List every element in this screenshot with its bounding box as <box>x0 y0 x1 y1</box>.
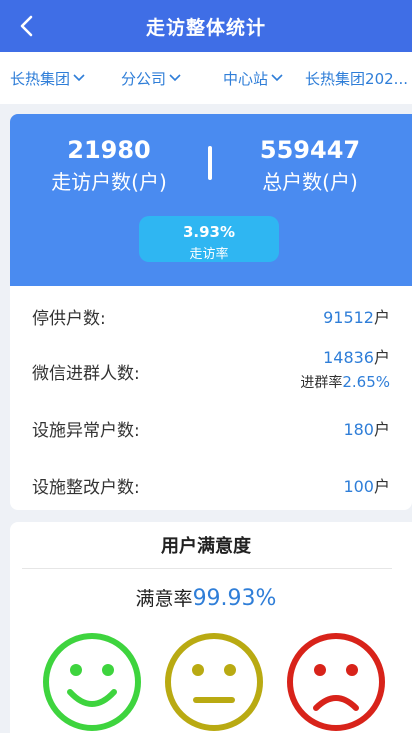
abnormal-label: 设施异常户数: <box>32 421 140 441</box>
neutral-face-icon[interactable] <box>164 632 264 732</box>
filter-period[interactable]: 长热集团202... <box>305 68 408 89</box>
filter-branch[interactable]: 分公司 <box>121 68 181 89</box>
unit-label: 户 <box>373 308 390 327</box>
stat-divider <box>208 146 212 180</box>
filter-station[interactable]: 中心站 <box>223 68 283 89</box>
details-card: 停供户数: 91512户 微信进群人数: 14836户 进群率2.65% 设施异… <box>10 286 412 510</box>
suspended-number: 91512 <box>323 308 374 327</box>
unit-label: 户 <box>373 348 390 367</box>
total-count: 559447 <box>259 136 361 164</box>
abnormal-value: 180户 <box>343 416 390 440</box>
wechat-value: 14836户 <box>323 344 390 368</box>
visit-rate-badge: 3.93% 走访率 <box>139 216 279 262</box>
wechat-label: 微信进群人数: <box>32 364 140 384</box>
rectify-value: 100户 <box>343 473 390 497</box>
visit-summary-card: 21980 走访户数(户) 559447 总户数(户) 3.93% 走访率 <box>10 114 412 286</box>
chevron-down-icon <box>271 74 283 82</box>
back-button[interactable] <box>14 12 40 40</box>
wechat-rate-value: 2.65% <box>342 373 390 391</box>
divider <box>22 568 392 569</box>
happy-face-icon[interactable] <box>42 632 142 732</box>
abnormal-number: 180 <box>343 420 374 439</box>
page-title: 走访整体统计 <box>145 16 266 39</box>
filter-group-label: 长热集团 <box>10 69 71 88</box>
visited-stat: 21980 走访户数(户) <box>24 136 194 195</box>
filter-group[interactable]: 长热集团 <box>10 68 85 89</box>
satisfaction-card: 用户满意度 满意率99.93% <box>10 522 412 733</box>
app-header: 走访整体统计 <box>0 0 412 52</box>
visit-rate-label: 走访率 <box>189 247 229 262</box>
chevron-down-icon <box>73 74 85 82</box>
satisfaction-rate: 满意率99.93% <box>10 584 402 611</box>
back-arrow-icon <box>20 15 33 37</box>
wechat-rate: 进群率2.65% <box>300 372 390 392</box>
visited-label: 走访户数(户) <box>51 170 167 194</box>
satisfaction-rate-label: 满意率 <box>135 588 193 610</box>
filter-bar: 长热集团 分公司 中心站 长热集团202... <box>0 52 412 104</box>
visited-count: 21980 <box>67 136 151 164</box>
filter-branch-label: 分公司 <box>121 69 167 88</box>
total-stat: 559447 总户数(户) <box>225 136 395 195</box>
rectify-label: 设施整改户数: <box>32 478 140 498</box>
suspended-value: 91512户 <box>323 304 390 328</box>
visit-rate-value: 3.93% <box>182 223 236 241</box>
rectify-number: 100 <box>343 477 374 496</box>
suspended-label: 停供户数: <box>32 309 106 329</box>
satisfaction-rate-value: 99.93% <box>192 586 277 611</box>
chevron-down-icon <box>169 74 181 82</box>
filter-station-label: 中心站 <box>223 69 269 88</box>
sad-face-icon[interactable] <box>286 632 386 732</box>
filter-period-label: 长热集团202... <box>305 69 408 88</box>
wechat-number: 14836 <box>323 348 374 367</box>
satisfaction-title: 用户满意度 <box>161 536 251 557</box>
unit-label: 户 <box>373 420 390 439</box>
total-label: 总户数(户) <box>262 170 358 194</box>
unit-label: 户 <box>373 477 390 496</box>
wechat-rate-label: 进群率 <box>300 375 343 391</box>
